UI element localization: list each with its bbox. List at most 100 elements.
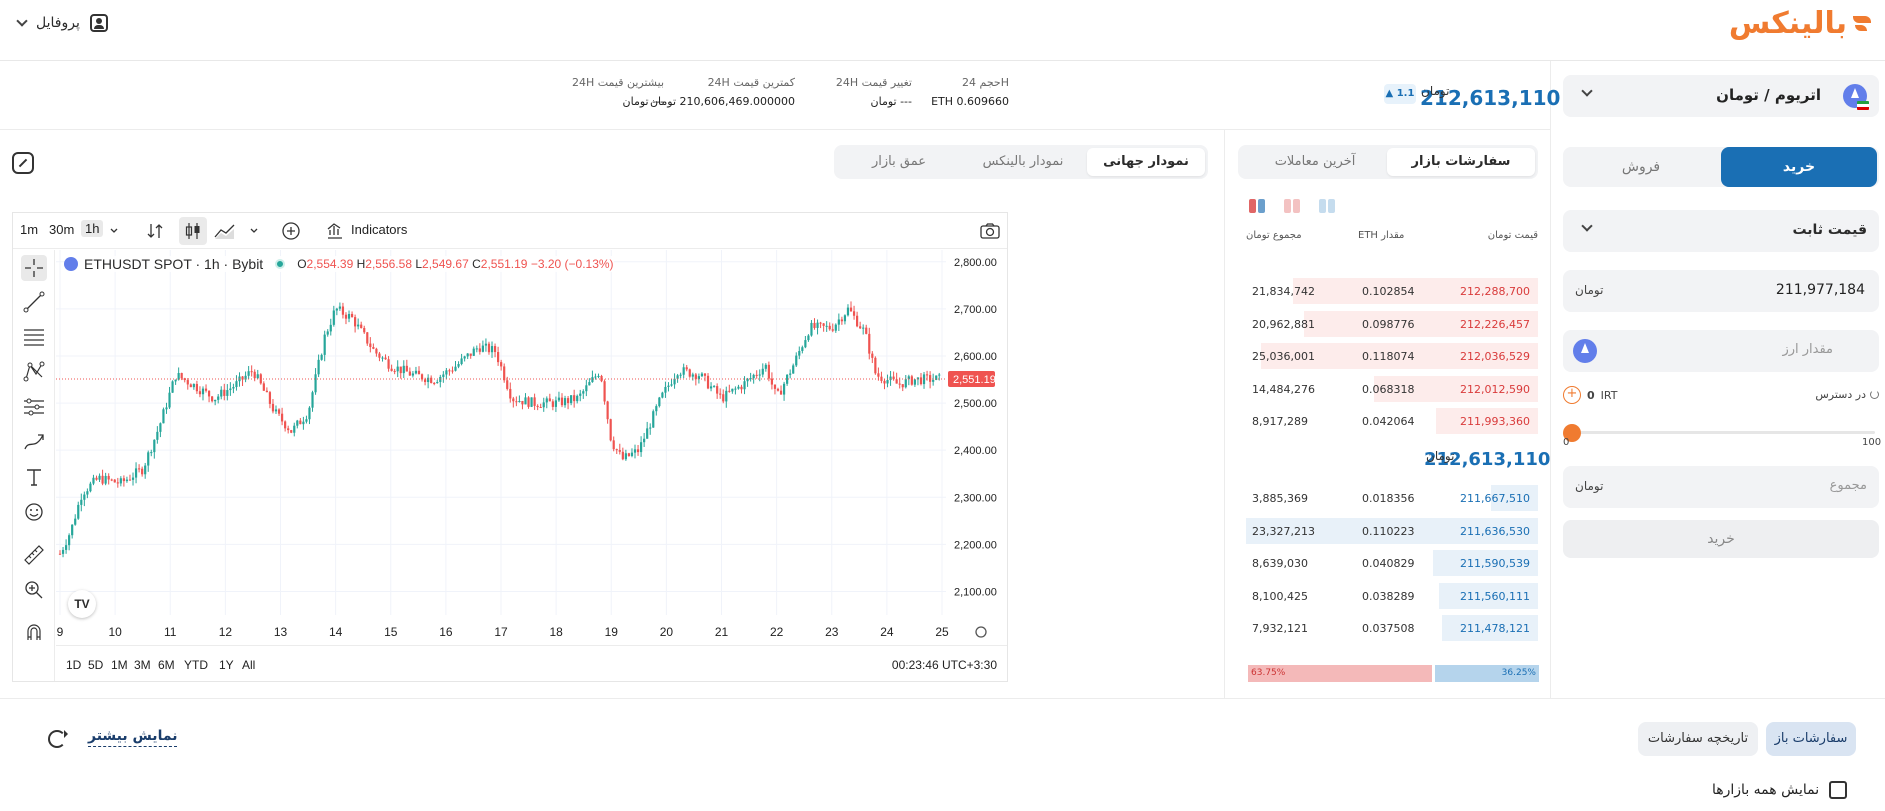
expand-icon[interactable] <box>12 152 34 174</box>
header-price: قیمت تومان <box>1487 230 1538 241</box>
ruler-icon[interactable] <box>21 542 47 568</box>
timeframe-1m[interactable]: 1m <box>20 222 38 237</box>
range-all[interactable]: All <box>242 658 255 672</box>
checkbox-icon[interactable] <box>1829 781 1848 799</box>
candle-body <box>761 368 764 375</box>
book-view-bids-icon[interactable] <box>1318 197 1336 215</box>
candle-body <box>852 311 856 316</box>
price-input[interactable]: 211,977,184 تومان <box>1563 270 1879 312</box>
candle-body <box>168 392 171 408</box>
compare-arrows-icon[interactable] <box>145 221 165 241</box>
range-1y[interactable]: 1Y <box>219 658 234 672</box>
bid-row[interactable]: 211,478,121 0.037508 7,932,121 <box>1246 615 1538 641</box>
candle-body <box>551 401 554 407</box>
chart-plot-area[interactable]: 2,800.00 2,700.00 2,600.00 2,500.00 2,400.00… <box>56 250 1007 645</box>
profile-menu[interactable]: پروفایل <box>16 14 108 32</box>
brush-icon[interactable] <box>21 429 47 455</box>
ask-row[interactable]: 212,036,529 0.118074 25,036,001 <box>1246 343 1538 369</box>
submit-buy-button[interactable]: خرید <box>1563 520 1879 558</box>
candle-body <box>107 475 110 480</box>
fib-lines-icon[interactable] <box>21 324 47 350</box>
stat-value: --- تومان <box>870 95 912 108</box>
show-all-markets-checkbox[interactable]: نمایش همه بازارها <box>1712 781 1848 799</box>
range-1d[interactable]: 1D <box>66 658 81 672</box>
bid-row[interactable]: 211,667,510 0.018356 3,885,369 <box>1246 485 1538 511</box>
magnet-icon[interactable] <box>21 620 47 646</box>
candle-body <box>834 324 837 331</box>
ask-row[interactable]: 212,012,590 0.068318 14,484,276 <box>1246 375 1538 402</box>
ohlc-open: 2,554.39 <box>306 257 354 271</box>
forecast-icon[interactable] <box>21 394 47 420</box>
ask-row[interactable]: 211,993,360 0.042064 8,917,289 <box>1246 408 1538 434</box>
candle-body <box>411 373 415 376</box>
timeframe-30m[interactable]: 30m <box>49 222 74 237</box>
tradingview-logo-icon[interactable]: TV <box>68 590 96 618</box>
price-axis-label: 2,100.00 <box>954 586 997 598</box>
row-price: 211,667,510 <box>1460 492 1530 505</box>
chevron-down-icon[interactable] <box>109 224 129 244</box>
chevron-down-icon[interactable] <box>249 224 269 244</box>
zoom-icon[interactable] <box>21 577 47 603</box>
show-more-link[interactable]: نمایش بیشتر <box>88 728 178 747</box>
range-1m[interactable]: 1M <box>111 658 128 672</box>
ask-row[interactable]: 212,226,457 0.098776 20,962,881 <box>1246 310 1538 337</box>
candle-body <box>423 379 427 383</box>
trend-line-icon[interactable] <box>21 289 47 315</box>
tab-market-orders[interactable]: سفارشات بازار <box>1387 148 1535 176</box>
candle-body <box>131 477 135 480</box>
emoji-icon[interactable] <box>21 499 47 525</box>
order-type-select[interactable]: قیمت ثابت <box>1563 210 1879 252</box>
bid-row[interactable]: 211,590,539 0.040829 8,639,030 <box>1246 550 1538 576</box>
candle-body <box>350 313 354 318</box>
amount-input[interactable]: مقدار ارز <box>1563 330 1879 372</box>
candle-body <box>731 388 734 392</box>
timeframe-1h[interactable]: 1h <box>81 220 104 237</box>
tab-market-depth[interactable]: عمق بازار <box>840 148 958 176</box>
candle-body <box>533 397 536 406</box>
refresh-icon[interactable] <box>1870 390 1879 399</box>
candle-body <box>369 343 372 348</box>
indicators-button[interactable]: Indicators <box>351 222 407 237</box>
tab-buy[interactable]: خرید <box>1721 147 1877 187</box>
bid-row[interactable]: 211,636,530 0.110223 23,327,213 <box>1246 517 1538 544</box>
total-input[interactable]: مجموع تومان <box>1563 466 1879 508</box>
range-6m[interactable]: 6M <box>158 658 175 672</box>
tab-sell[interactable]: فروش <box>1563 147 1719 187</box>
candle-body <box>685 367 688 370</box>
add-plus-icon[interactable] <box>281 221 301 241</box>
pair-select[interactable]: اتریوم / تومان <box>1563 75 1879 117</box>
book-view-both-icon[interactable] <box>1248 197 1266 215</box>
brand-logo[interactable]: بالینکس <box>1729 6 1871 41</box>
pair-label: اتریوم / تومان <box>1716 86 1821 104</box>
bid-row[interactable]: 211,560,111 0.038289 8,100,425 <box>1246 582 1538 609</box>
candles-style-icon[interactable] <box>179 217 207 245</box>
price-chart-svg[interactable]: 2,800.00 2,700.00 2,600.00 2,500.00 2,400.00… <box>56 250 1007 645</box>
candle-body <box>487 343 491 353</box>
range-3m[interactable]: 3M <box>134 658 151 672</box>
tab-global-chart[interactable]: نمودار جهانی <box>1087 148 1205 176</box>
time-axis-label: 18 <box>549 625 563 639</box>
camera-icon[interactable] <box>979 221 1000 241</box>
chart-type-icon[interactable] <box>213 221 235 241</box>
deposit-plus-icon[interactable]: + <box>1563 386 1581 404</box>
row-amount: 0.068318 <box>1362 382 1415 396</box>
pattern-icon[interactable] <box>21 359 47 385</box>
candle-body <box>624 453 627 460</box>
indicators-icon[interactable] <box>325 221 345 241</box>
tab-open-orders[interactable]: سفارشات باز <box>1766 722 1856 756</box>
range-5d[interactable]: 5D <box>88 658 103 672</box>
tab-latest-trades[interactable]: آخرین معاملات <box>1241 148 1389 176</box>
candle-body <box>469 353 472 356</box>
candle-body <box>503 366 506 381</box>
range-ytd[interactable]: YTD <box>184 658 208 672</box>
book-view-asks-icon[interactable] <box>1283 197 1301 215</box>
ask-row[interactable]: 212,288,700 0.102854 21,834,742 <box>1246 278 1538 304</box>
amount-slider[interactable] <box>1563 424 1879 444</box>
text-tool-icon[interactable] <box>21 464 47 490</box>
crosshair-icon[interactable] <box>21 255 47 281</box>
slider-track[interactable] <box>1571 431 1875 434</box>
reload-icon[interactable] <box>48 730 68 748</box>
tab-balinex-chart[interactable]: نمودار بالینکس <box>964 148 1082 176</box>
candle-body <box>877 373 880 377</box>
tab-order-history[interactable]: تاریخچه سفارشات <box>1638 722 1758 756</box>
